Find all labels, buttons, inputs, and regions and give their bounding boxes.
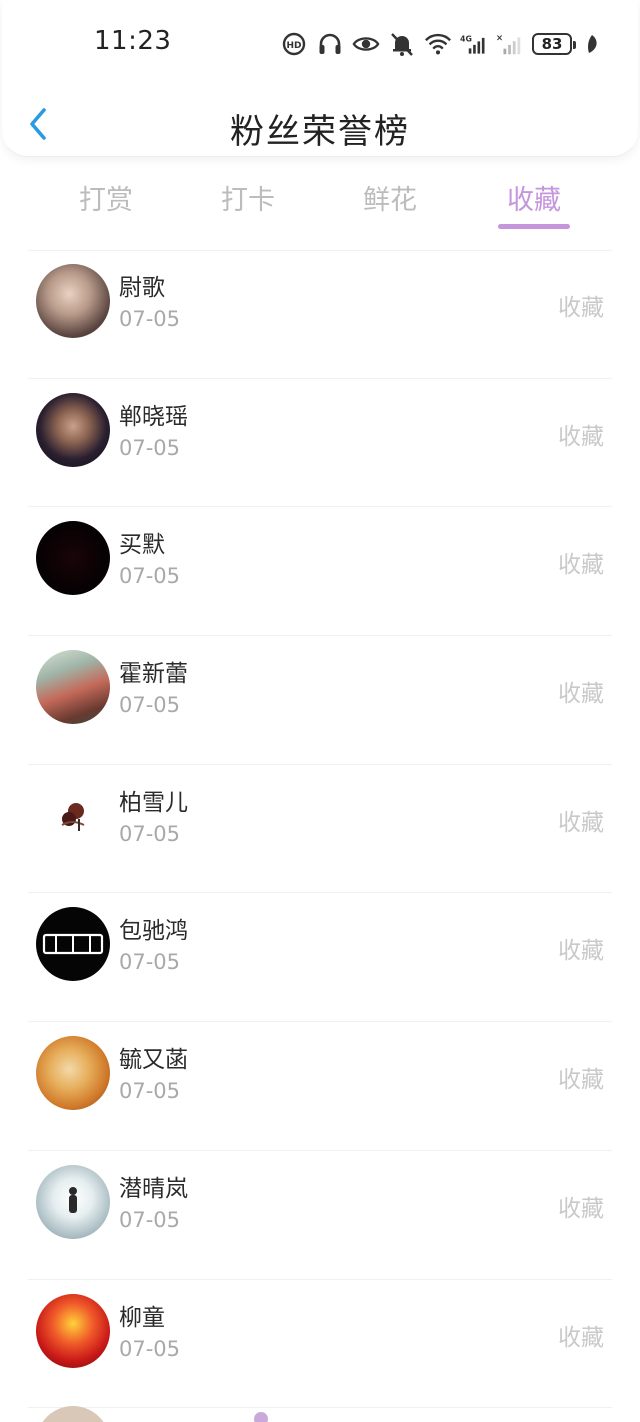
- mute-bell-icon: [388, 30, 416, 58]
- tab-reward[interactable]: 打赏: [56, 178, 156, 217]
- tab-label: 打卡: [221, 185, 275, 216]
- favorite-tag: 收藏: [558, 423, 604, 450]
- tab-flowers[interactable]: 鲜花: [340, 178, 440, 217]
- fan-name: 柳童: [119, 1304, 165, 1331]
- fan-date: 07-05: [119, 1079, 181, 1104]
- favorite-tag: 收藏: [558, 809, 604, 836]
- favorite-tag: 收藏: [558, 1067, 604, 1094]
- favorite-tag: 收藏: [558, 552, 604, 579]
- svg-text:×: ×: [496, 32, 503, 42]
- favorite-tag: 收藏: [558, 295, 604, 321]
- avatar: [36, 1406, 110, 1422]
- fan-name: 毓又菡: [119, 1047, 188, 1074]
- avatar: [254, 1412, 268, 1422]
- list-item[interactable]: 包驰鸿 07-05 收藏: [28, 893, 612, 1023]
- avatar: [36, 650, 110, 725]
- fan-date: 07-05: [119, 693, 181, 718]
- fan-name: 柏雪儿: [119, 789, 188, 816]
- tab-favorites[interactable]: 收藏: [484, 178, 584, 229]
- status-icons: HD 4G × 83: [280, 28, 600, 60]
- fan-name: 霍新蕾: [119, 661, 188, 688]
- list-item[interactable]: 柏雪儿 07-05 收藏: [28, 765, 612, 894]
- fan-name: 潜晴岚: [119, 1175, 188, 1202]
- favorite-tag: 收藏: [558, 1324, 604, 1351]
- fan-name: 郸晓瑶: [119, 403, 188, 430]
- battery-indicator: 83: [532, 33, 576, 55]
- avatar: [36, 778, 110, 853]
- header-card: 11:23 HD 4G × 83 粉丝荣誉榜: [2, 0, 638, 157]
- page-title: 粉丝荣誉榜: [230, 112, 410, 152]
- fan-date: 07-05: [119, 821, 181, 846]
- avatar: [36, 264, 110, 338]
- app-screen: 11:23 HD 4G × 83 粉丝荣誉榜 打赏 打卡 鲜花 收藏 尉歌 07…: [0, 0, 640, 1422]
- avatar: [36, 1293, 110, 1368]
- active-tab-indicator: [498, 224, 570, 229]
- leaf-icon: [584, 30, 600, 58]
- svg-text:4G: 4G: [460, 34, 472, 43]
- tab-bar: 打赏 打卡 鲜花 收藏: [0, 178, 640, 238]
- fan-date: 07-05: [119, 1207, 181, 1232]
- list-item[interactable]: 郸晓瑶 07-05 收藏: [28, 379, 612, 508]
- list-item[interactable]: 买默 07-05 收藏: [28, 507, 612, 637]
- avatar: [36, 521, 110, 596]
- fan-name: 包驰鸿: [119, 918, 188, 945]
- favorite-tag: 收藏: [558, 1195, 604, 1222]
- svg-text:HD: HD: [286, 41, 301, 51]
- eye-icon: [352, 30, 380, 58]
- fan-date: 07-05: [119, 950, 181, 975]
- tab-label: 打赏: [79, 185, 133, 216]
- tab-label: 收藏: [507, 185, 561, 216]
- avatar: [36, 392, 110, 467]
- favorite-tag: 收藏: [558, 681, 604, 708]
- fan-date: 07-05: [119, 307, 181, 331]
- fan-date: 07-05: [119, 564, 181, 589]
- hd-call-icon: HD: [280, 30, 308, 58]
- avatar: [36, 907, 110, 982]
- signal-4g-icon: 4G: [460, 30, 488, 58]
- fan-name: 尉歌: [119, 275, 165, 301]
- avatar: [36, 1164, 110, 1239]
- list-item[interactable]: 柳童 07-05 收藏: [28, 1280, 612, 1409]
- fan-date: 07-05: [119, 1336, 181, 1361]
- fan-list: 尉歌 07-05 收藏 郸晓瑶 07-05 收藏 买默 07-05 收藏 霍新蕾…: [0, 250, 640, 1409]
- wifi-icon: [424, 30, 452, 58]
- list-item[interactable]: 毓又菡 07-05 收藏: [28, 1022, 612, 1151]
- tab-checkin[interactable]: 打卡: [198, 178, 298, 217]
- signal-empty-icon: ×: [496, 30, 524, 58]
- list-item[interactable]: 尉歌 07-05 收藏: [28, 250, 612, 379]
- fan-name: 买默: [119, 532, 165, 559]
- fan-date: 07-05: [119, 435, 181, 460]
- headphones-icon: [316, 30, 344, 58]
- list-item[interactable]: 潜晴岚 07-05 收藏: [28, 1151, 612, 1280]
- tab-label: 鲜花: [363, 185, 417, 216]
- status-time: 11:23: [94, 26, 172, 56]
- list-item[interactable]: 霍新蕾 07-05 收藏: [28, 636, 612, 765]
- avatar: [36, 1036, 110, 1111]
- favorite-tag: 收藏: [558, 938, 604, 965]
